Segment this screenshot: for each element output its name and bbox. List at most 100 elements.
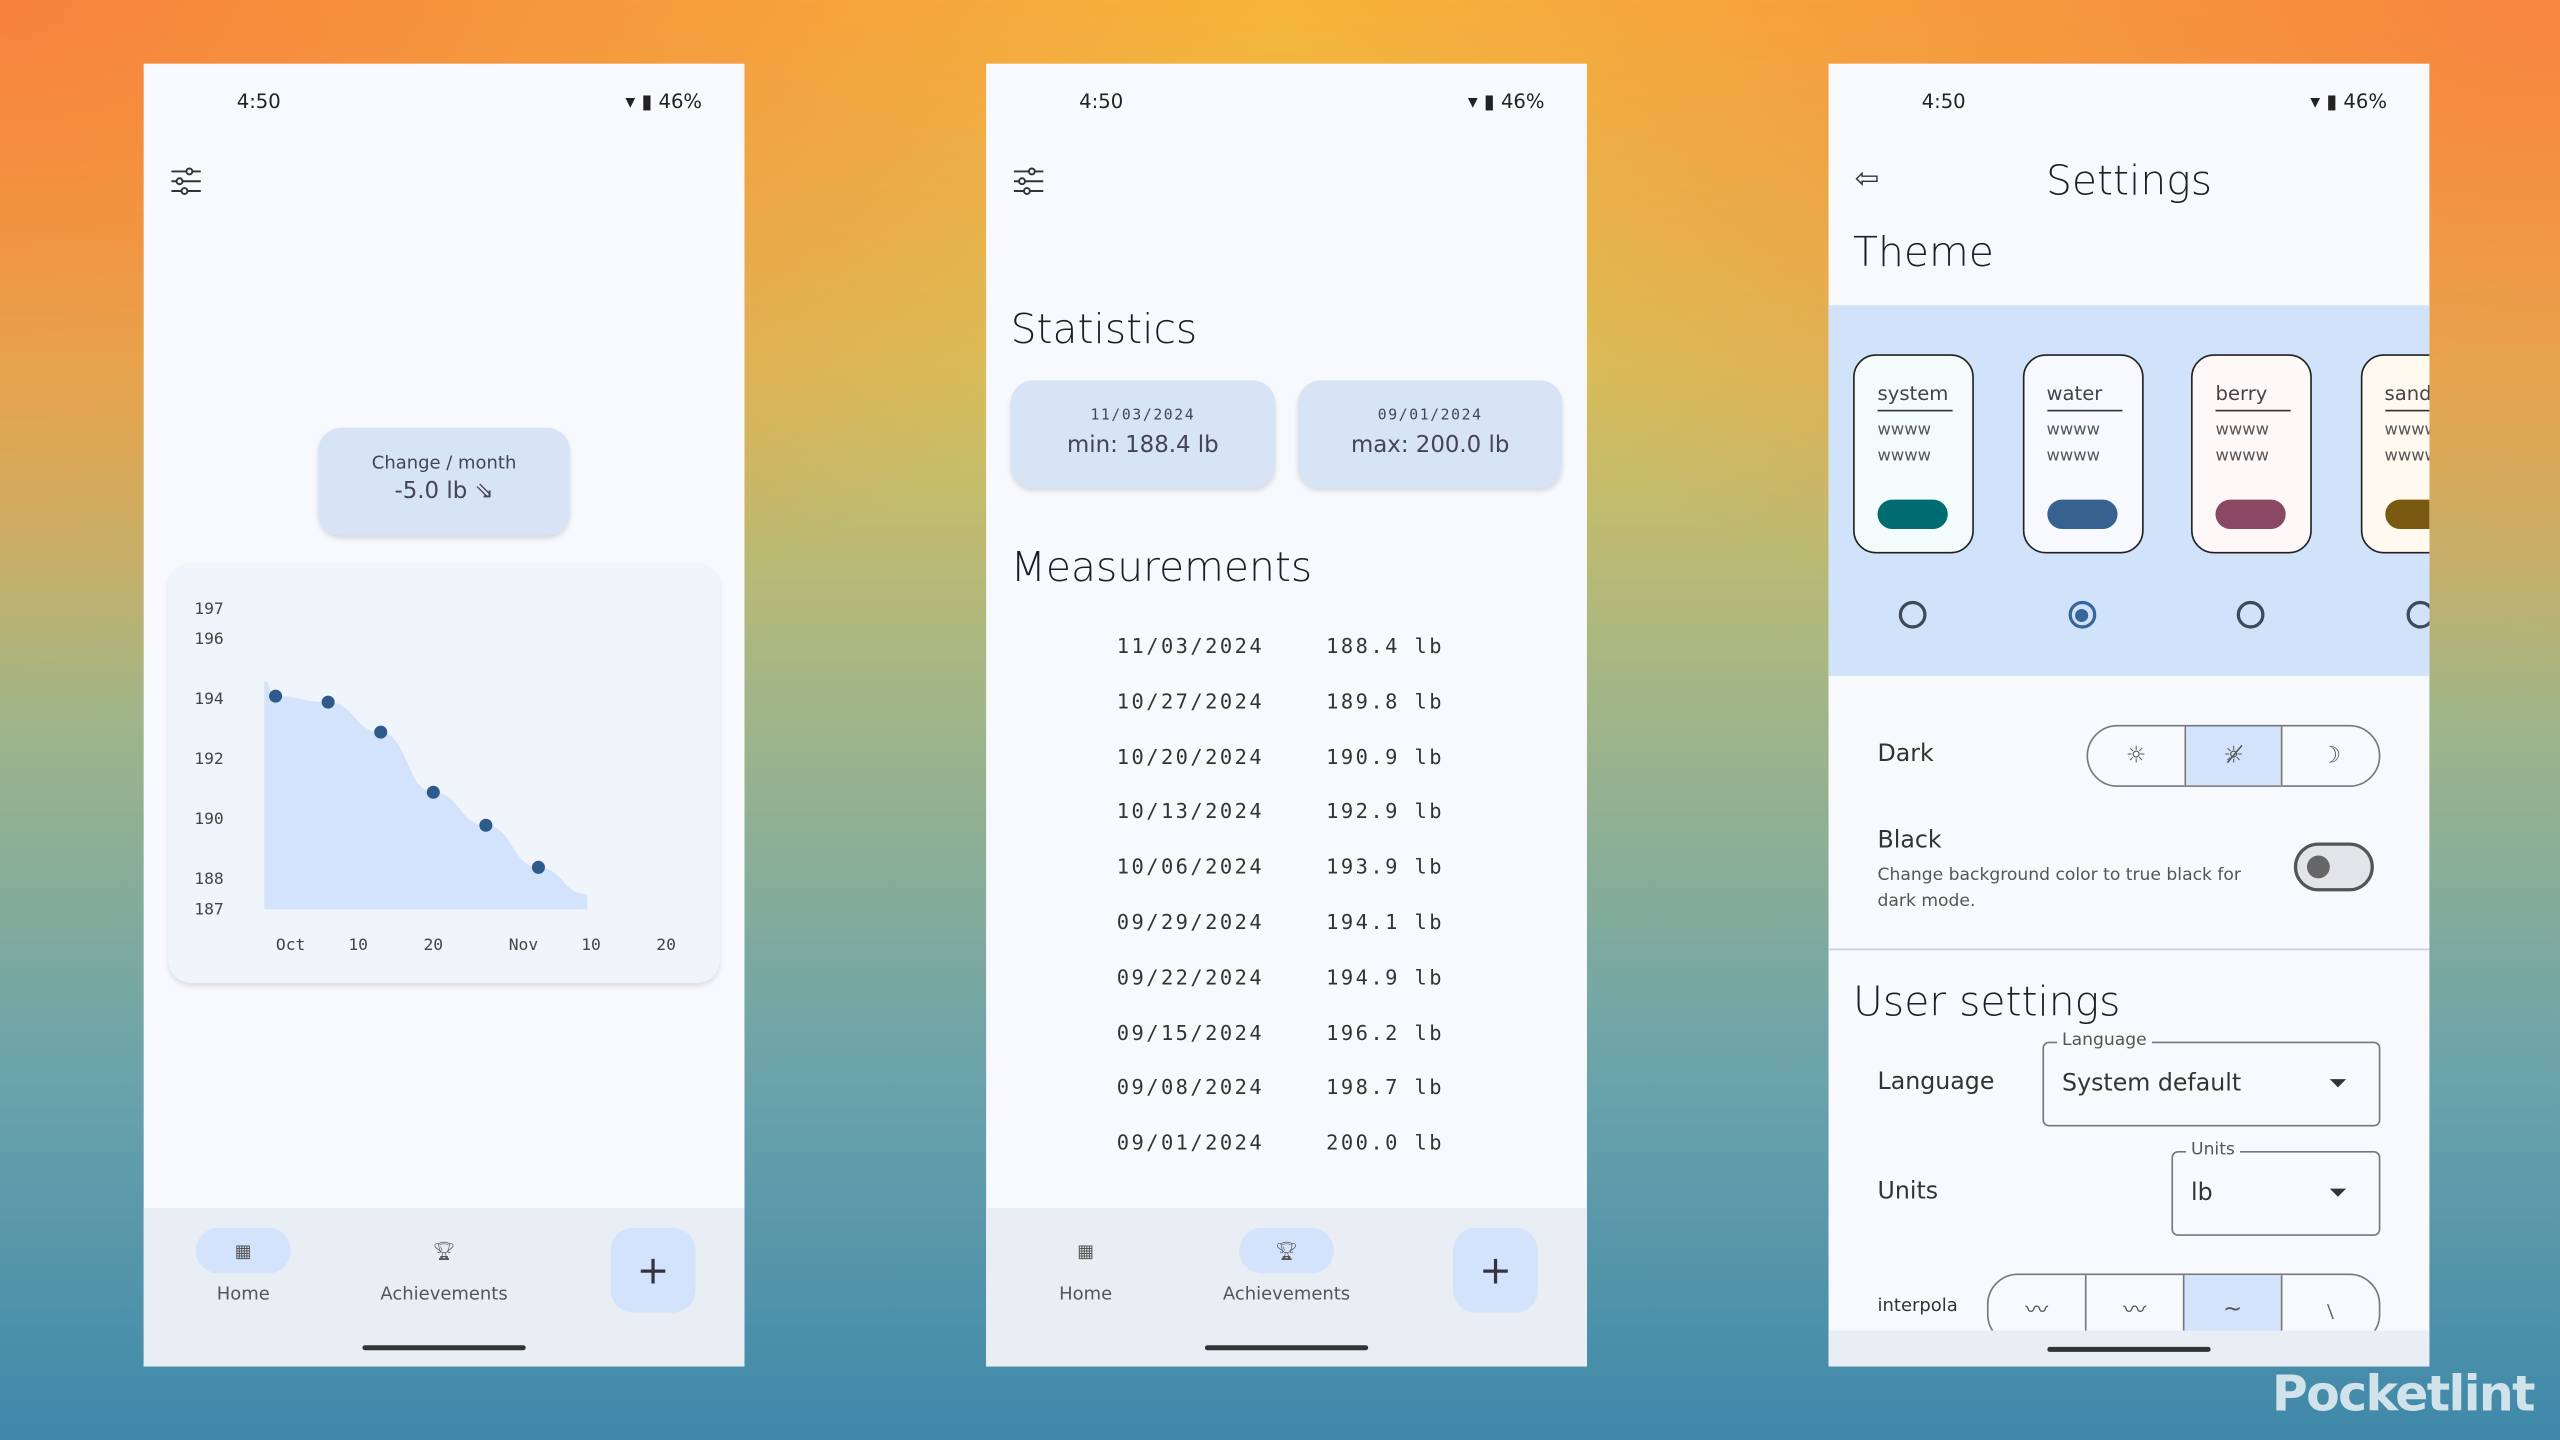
y-tick-label: 187: [194, 899, 223, 918]
theme-sample: wwww: [2046, 447, 2100, 466]
nav-home-label: Home: [216, 1283, 270, 1305]
auto-mode-option[interactable]: ☼̸: [2185, 726, 2284, 786]
chart-point[interactable]: [426, 785, 440, 799]
gesture-bar: [1828, 1330, 2430, 1367]
measurement-date: 11/03/2024: [1116, 633, 1265, 658]
grid-icon: ▦: [1077, 1239, 1095, 1262]
measurement-weight: 194.9 lb: [1326, 964, 1445, 990]
theme-card-water[interactable]: water wwww wwww: [2022, 354, 2143, 554]
theme-color-swatch: [2046, 499, 2117, 529]
language-value: System default: [2062, 1071, 2242, 1098]
units-value: lb: [2191, 1180, 2213, 1207]
trophy-icon: 🏆︎: [1239, 1227, 1334, 1274]
y-tick-label: 196: [194, 629, 223, 648]
status-battery: ▾ ▮ 46%: [2310, 89, 2387, 113]
measurement-row[interactable]: 10/06/2024 193.9 lb: [1117, 854, 1444, 878]
chart-point[interactable]: [479, 818, 493, 832]
battery-percent: 46%: [1500, 89, 1545, 113]
y-tick-label: 192: [194, 749, 223, 768]
dropdown-arrow-icon: [2329, 1079, 2347, 1088]
max-card: 09/01/2024 max: 200.0 lb: [1297, 380, 1563, 489]
phone-home: 4:50 ▾ ▮ 46% Change / month -5.0 lb ⇘ 19…: [143, 63, 745, 1367]
measurement-row[interactable]: 09/08/2024 198.7 lb: [1117, 1075, 1444, 1099]
measurement-weight: 190.9 lb: [1326, 743, 1445, 769]
theme-card-sand[interactable]: sand wwww wwww: [2359, 354, 2430, 554]
theme-sample: wwww: [2215, 447, 2269, 466]
theme-sample: wwww: [2215, 421, 2269, 440]
theme-name: water: [2046, 382, 2122, 412]
max-value: max: 200.0 lb: [1351, 432, 1510, 459]
nav-home[interactable]: ▦ Home: [145, 1227, 341, 1305]
dropdown-arrow-icon: [2329, 1188, 2347, 1197]
theme-name: system: [1877, 382, 1953, 412]
measurement-weight: 198.7 lb: [1326, 1074, 1445, 1100]
measurement-row[interactable]: 09/01/2024 200.0 lb: [1117, 1130, 1444, 1154]
chart-point[interactable]: [374, 725, 388, 739]
add-measurement-button[interactable]: +: [610, 1227, 696, 1313]
add-measurement-button[interactable]: +: [1453, 1227, 1538, 1313]
divider: [1828, 948, 2430, 951]
measurement-date: 09/01/2024: [1116, 1130, 1265, 1155]
measurement-row[interactable]: 10/27/2024 189.8 lb: [1117, 689, 1444, 713]
nav-achievements[interactable]: 🏆︎ Achievements: [346, 1228, 542, 1304]
status-battery: ▾ ▮ 46%: [1467, 89, 1545, 113]
theme-card-berry[interactable]: berry wwww wwww: [2191, 354, 2312, 554]
black-description: Change background color to true black fo…: [1877, 865, 2241, 912]
theme-radio-berry[interactable]: [2236, 600, 2265, 629]
theme-color-swatch: [2384, 499, 2430, 529]
measurement-weight: 200.0 lb: [1326, 1130, 1445, 1155]
trophy-icon: 🏆︎: [432, 1239, 456, 1262]
measurement-row[interactable]: 10/20/2024 190.9 lb: [1117, 744, 1444, 768]
nav-achievements-label: Achievements: [1222, 1283, 1351, 1305]
measurement-date: 10/20/2024: [1116, 743, 1265, 769]
nav-achievements[interactable]: 🏆︎ Achievements: [1189, 1227, 1385, 1305]
x-tick-label: 10: [348, 935, 368, 954]
light-mode-option[interactable]: ☼: [2088, 726, 2186, 786]
weight-chart: 197 196 194 192 190 188 187 Oct 10 20 Nov 10 20: [194, 599, 676, 954]
max-date: 09/01/2024: [1377, 408, 1483, 425]
x-tick-label: Nov: [509, 935, 539, 954]
measurement-row[interactable]: 11/03/2024 188.4 lb: [1117, 633, 1444, 657]
measurement-weight: 194.1 lb: [1326, 909, 1445, 934]
measurement-row[interactable]: 10/13/2024 192.9 lb: [1117, 799, 1444, 823]
home-indicator: [1204, 1345, 1369, 1351]
x-tick-label: 10: [581, 935, 601, 954]
y-tick-label: 190: [194, 809, 223, 828]
units-label: Units: [1877, 1178, 1939, 1205]
dark-label: Dark: [1877, 741, 1934, 768]
min-card: 11/03/2024 min: 188.4 lb: [1010, 380, 1276, 489]
black-label: Black: [1877, 827, 1942, 854]
theme-sample: wwww: [2384, 421, 2429, 440]
theme-sample: wwww: [2384, 447, 2429, 466]
measurement-date: 10/27/2024: [1116, 688, 1265, 714]
measurement-row[interactable]: 09/15/2024 196.2 lb: [1117, 1020, 1444, 1044]
min-date: 11/03/2024: [1090, 408, 1196, 425]
theme-radio-sand[interactable]: [2405, 600, 2430, 629]
language-select[interactable]: Language System default: [2042, 1030, 2381, 1127]
measurement-weight: 188.4 lb: [1326, 633, 1445, 658]
theme-card-system[interactable]: system wwww wwww: [1853, 354, 1974, 554]
statistics-title: Statistics: [1010, 305, 1198, 353]
theme-radio-water[interactable]: [2067, 600, 2096, 629]
measurement-row[interactable]: 09/29/2024 194.1 lb: [1117, 909, 1444, 933]
nav-home[interactable]: ▦ Home: [988, 1228, 1184, 1304]
filter-settings-icon[interactable]: [1012, 165, 1045, 198]
phone-settings: 4:50 ▾ ▮ 46% ⇦ Settings Theme system wwww…: [1828, 63, 2430, 1367]
chart-point[interactable]: [269, 689, 283, 703]
chart-point[interactable]: [531, 860, 545, 874]
measurement-row[interactable]: 09/22/2024 194.9 lb: [1117, 965, 1444, 989]
chart-point[interactable]: [321, 695, 335, 709]
dark-mode-option[interactable]: ☽: [2283, 727, 2379, 786]
grid-icon: ▦: [195, 1227, 291, 1274]
home-indicator: [2047, 1346, 2211, 1352]
theme-sample: wwww: [1877, 447, 1931, 466]
measurement-date: 09/22/2024: [1116, 964, 1265, 990]
measurement-date: 09/29/2024: [1116, 909, 1265, 934]
units-select[interactable]: Units lb: [2171, 1139, 2381, 1236]
theme-picker: system wwww wwww water wwww wwww berry wwww wwww…: [1828, 305, 2430, 676]
y-tick-label: 194: [194, 689, 224, 708]
user-settings-title: User settings: [1853, 977, 2121, 1026]
theme-radio-system[interactable]: [1898, 600, 1927, 629]
black-toggle[interactable]: [2293, 842, 2374, 892]
stage: 4:50 ▾ ▮ 46% Change / month -5.0 lb ⇘ 19…: [0, 0, 2560, 1440]
